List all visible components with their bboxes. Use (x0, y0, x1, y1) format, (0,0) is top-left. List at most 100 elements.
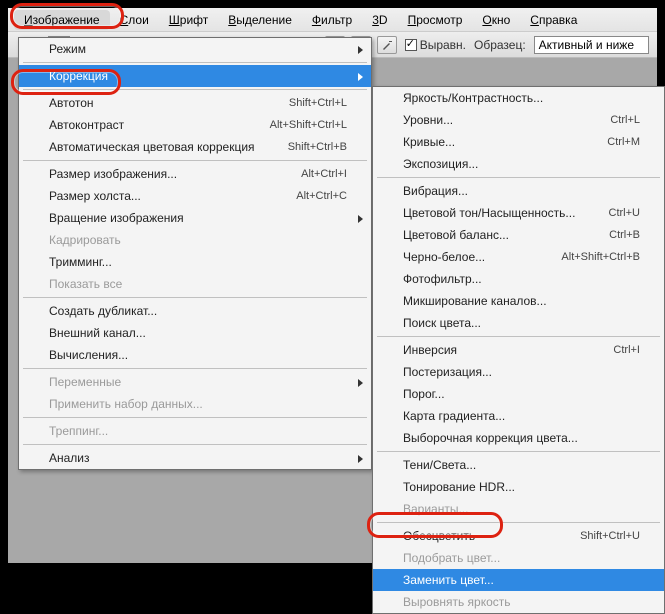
submenu-arrow-icon (358, 215, 363, 223)
menu-separator (23, 62, 367, 63)
menu-item-label: Обесцветить (403, 529, 475, 543)
menu-item[interactable]: Автоматическая цветовая коррекция Shift+C… (19, 136, 371, 158)
menu-item-label: Кривые... (403, 135, 455, 149)
menu-item-shortcut: Shift+Ctrl+B (288, 141, 347, 153)
menu-item: Треппинг... (19, 420, 371, 442)
submenu-arrow-icon (358, 379, 363, 387)
menu-item[interactable]: Порог... (373, 383, 664, 405)
menu-item[interactable]: Постеризация... (373, 361, 664, 383)
image-menu: РежимКоррекцияАвтотонShift+Ctrl+LАвтокон… (18, 37, 372, 470)
menu-item-shortcut: Ctrl+L (610, 114, 640, 126)
menu-item-shortcut: Alt+Shift+Ctrl+L (270, 119, 347, 131)
menu-separator (23, 89, 367, 90)
menu-item[interactable]: Черно-белое... Alt+Shift+Ctrl+B (373, 246, 664, 268)
menu-separator (23, 160, 367, 161)
menu-item[interactable]: Тримминг... (19, 251, 371, 273)
menu-item[interactable]: Фотофильтр... (373, 268, 664, 290)
menu-separator (377, 522, 660, 523)
menu-item-shortcut: Alt+Shift+Ctrl+B (561, 251, 640, 263)
menu-item[interactable]: Размер изображения...Alt+Ctrl+I (19, 163, 371, 185)
menu-item[interactable]: Поиск цвета... (373, 312, 664, 334)
menu-item[interactable]: Режим (19, 38, 371, 60)
menu-item[interactable]: Вычисления... (19, 344, 371, 366)
menubar-item[interactable]: Фильтр (302, 10, 362, 30)
menu-item[interactable]: Вращение изображения (19, 207, 371, 229)
menubar-item[interactable]: Просмотр (398, 10, 473, 30)
menubar-item[interactable]: Изображение (14, 10, 110, 30)
menu-item[interactable]: Создать дубликат... (19, 300, 371, 322)
menu-item-label: Размер холста... (49, 189, 141, 203)
menu-item[interactable]: Тени/Света... (373, 454, 664, 476)
menu-item: Применить набор данных... (19, 393, 371, 415)
menu-item[interactable]: Анализ (19, 447, 371, 469)
menu-item-label: Режим (49, 42, 86, 56)
menu-item-label: Анализ (49, 451, 90, 465)
menu-item-label: Выровнять яркость (403, 595, 511, 609)
align-checkbox[interactable] (405, 39, 417, 51)
menu-item-label: Черно-белое... (403, 250, 485, 264)
sample-label: Образец: (474, 38, 526, 52)
menu-item-shortcut: Shift+Ctrl+L (289, 97, 347, 109)
menu-item[interactable]: ИнверсияCtrl+I (373, 339, 664, 361)
menu-item: Подобрать цвет... (373, 547, 664, 569)
menubar: ИзображениеСлоиШрифтВыделениеФильтр3DПро… (8, 8, 657, 32)
menu-item-label: Выборочная коррекция цвета... (403, 431, 578, 445)
menu-item-label: Применить набор данных... (49, 397, 203, 411)
menu-item-label: Тонирование HDR... (403, 480, 515, 494)
menu-item[interactable]: Цветовой баланс... Ctrl+B (373, 224, 664, 246)
menu-item-shortcut: Ctrl+U (609, 207, 640, 219)
align-label: Выравн. (420, 38, 466, 52)
menubar-item[interactable]: 3D (362, 10, 397, 30)
menu-separator (377, 177, 660, 178)
menu-separator (23, 444, 367, 445)
menu-separator (377, 451, 660, 452)
menu-item-label: Микширование каналов... (403, 294, 547, 308)
menu-item[interactable]: Экспозиция... (373, 153, 664, 175)
menu-item-label: Вибрация... (403, 184, 468, 198)
menu-item-label: Поиск цвета... (403, 316, 481, 330)
menu-item[interactable]: Заменить цвет... (373, 569, 664, 591)
menu-separator (377, 336, 660, 337)
menu-item-shortcut: Shift+Ctrl+U (580, 530, 640, 542)
menu-item[interactable]: Цветовой тон/Насыщенность...Ctrl+U (373, 202, 664, 224)
menu-item[interactable]: Кривые... Ctrl+M (373, 131, 664, 153)
menu-item[interactable]: Уровни... Ctrl+L (373, 109, 664, 131)
menu-item-label: Заменить цвет... (403, 573, 494, 587)
eyedropper-minus-icon[interactable] (377, 36, 397, 54)
menubar-item[interactable]: Слои (110, 10, 159, 30)
menu-item-shortcut: Ctrl+M (607, 136, 640, 148)
menu-item-label: Автоматическая цветовая коррекция (49, 140, 255, 154)
menu-item[interactable]: Размер холста...Alt+Ctrl+C (19, 185, 371, 207)
menu-item-label: Цветовой баланс... (403, 228, 509, 242)
menu-separator (23, 297, 367, 298)
menubar-item[interactable]: Шрифт (159, 10, 218, 30)
menu-item-shortcut: Ctrl+B (609, 229, 640, 241)
menubar-item[interactable]: Выделение (218, 10, 302, 30)
menubar-item[interactable]: Справка (520, 10, 587, 30)
menu-item: Кадрировать (19, 229, 371, 251)
menu-separator (23, 417, 367, 418)
menu-item: Переменные (19, 371, 371, 393)
menu-item-shortcut: Ctrl+I (613, 344, 640, 356)
menu-item-label: Размер изображения... (49, 167, 177, 181)
menu-item[interactable]: Выборочная коррекция цвета... (373, 427, 664, 449)
menu-item[interactable]: Коррекция (19, 65, 371, 87)
menu-item[interactable]: Внешний канал... (19, 322, 371, 344)
menu-item-label: Порог... (403, 387, 445, 401)
menu-item[interactable]: Яркость/Контрастность... (373, 87, 664, 109)
menu-item-label: Вращение изображения (49, 211, 184, 225)
menu-item[interactable]: Тонирование HDR... (373, 476, 664, 498)
sample-dropdown[interactable]: Активный и ниже (534, 36, 649, 54)
menu-item[interactable]: АвтотонShift+Ctrl+L (19, 92, 371, 114)
menubar-item[interactable]: Окно (472, 10, 520, 30)
menu-item-label: Уровни... (403, 113, 453, 127)
menu-item-label: Автоконтраст (49, 118, 124, 132)
menu-item[interactable]: Карта градиента... (373, 405, 664, 427)
menu-item[interactable]: Обесцветить Shift+Ctrl+U (373, 525, 664, 547)
menu-item-label: Коррекция (49, 69, 108, 83)
menu-item[interactable]: Вибрация... (373, 180, 664, 202)
menu-item[interactable]: Автоконтраст Alt+Shift+Ctrl+L (19, 114, 371, 136)
menu-item[interactable]: Микширование каналов... (373, 290, 664, 312)
menu-item-label: Тримминг... (49, 255, 112, 269)
submenu-arrow-icon (358, 73, 363, 81)
